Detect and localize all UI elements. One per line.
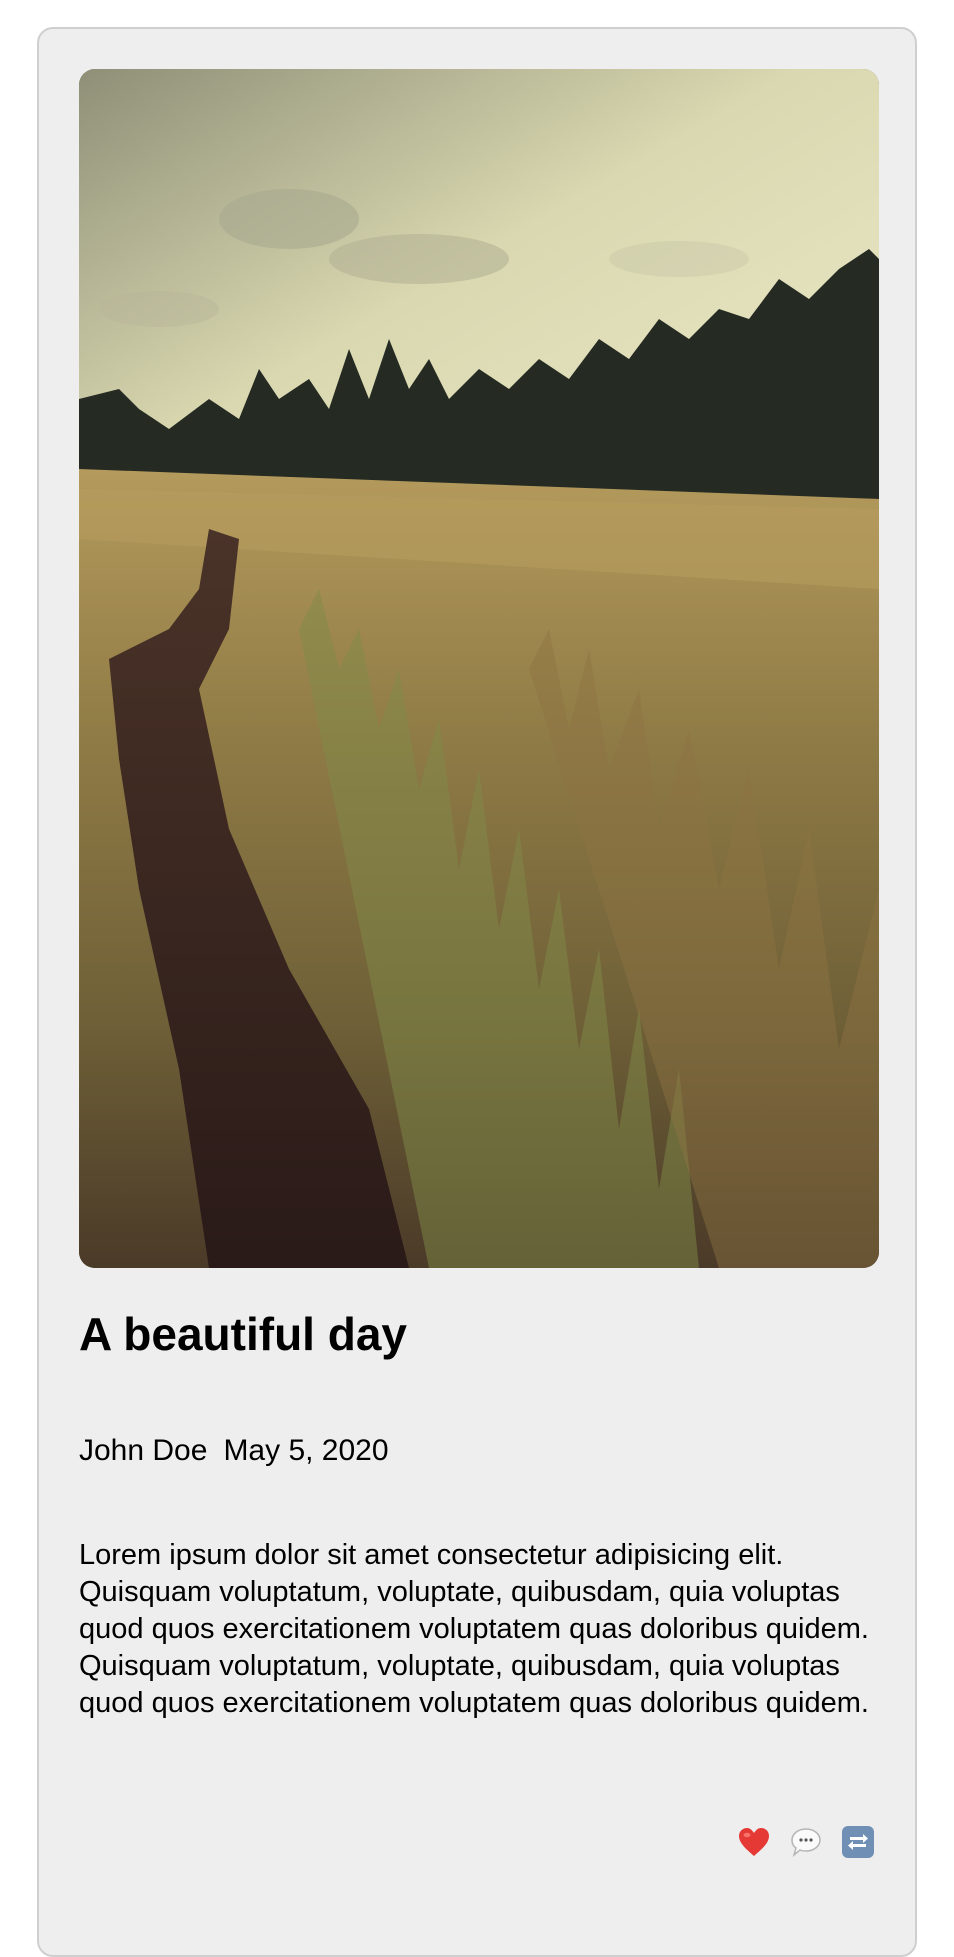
post-title: A beautiful day [79, 1308, 407, 1360]
post-actions [737, 1825, 875, 1859]
like-button[interactable] [737, 1825, 771, 1859]
post-image [79, 69, 879, 1268]
post-author: John Doe [79, 1434, 208, 1467]
post-body: Lorem ipsum dolor sit amet consectetur a… [79, 1539, 869, 1719]
heart-icon [738, 1827, 770, 1857]
repeat-icon [842, 1826, 874, 1858]
repost-button[interactable] [841, 1825, 875, 1859]
speech-bubble-icon [790, 1827, 822, 1857]
post-meta: John Doe May 5, 2020 [79, 1433, 389, 1469]
post-date: May 5, 2020 [223, 1434, 389, 1467]
post-card: A beautiful day John Doe May 5, 2020 Lore… [37, 27, 917, 1957]
comment-button[interactable] [789, 1825, 823, 1859]
